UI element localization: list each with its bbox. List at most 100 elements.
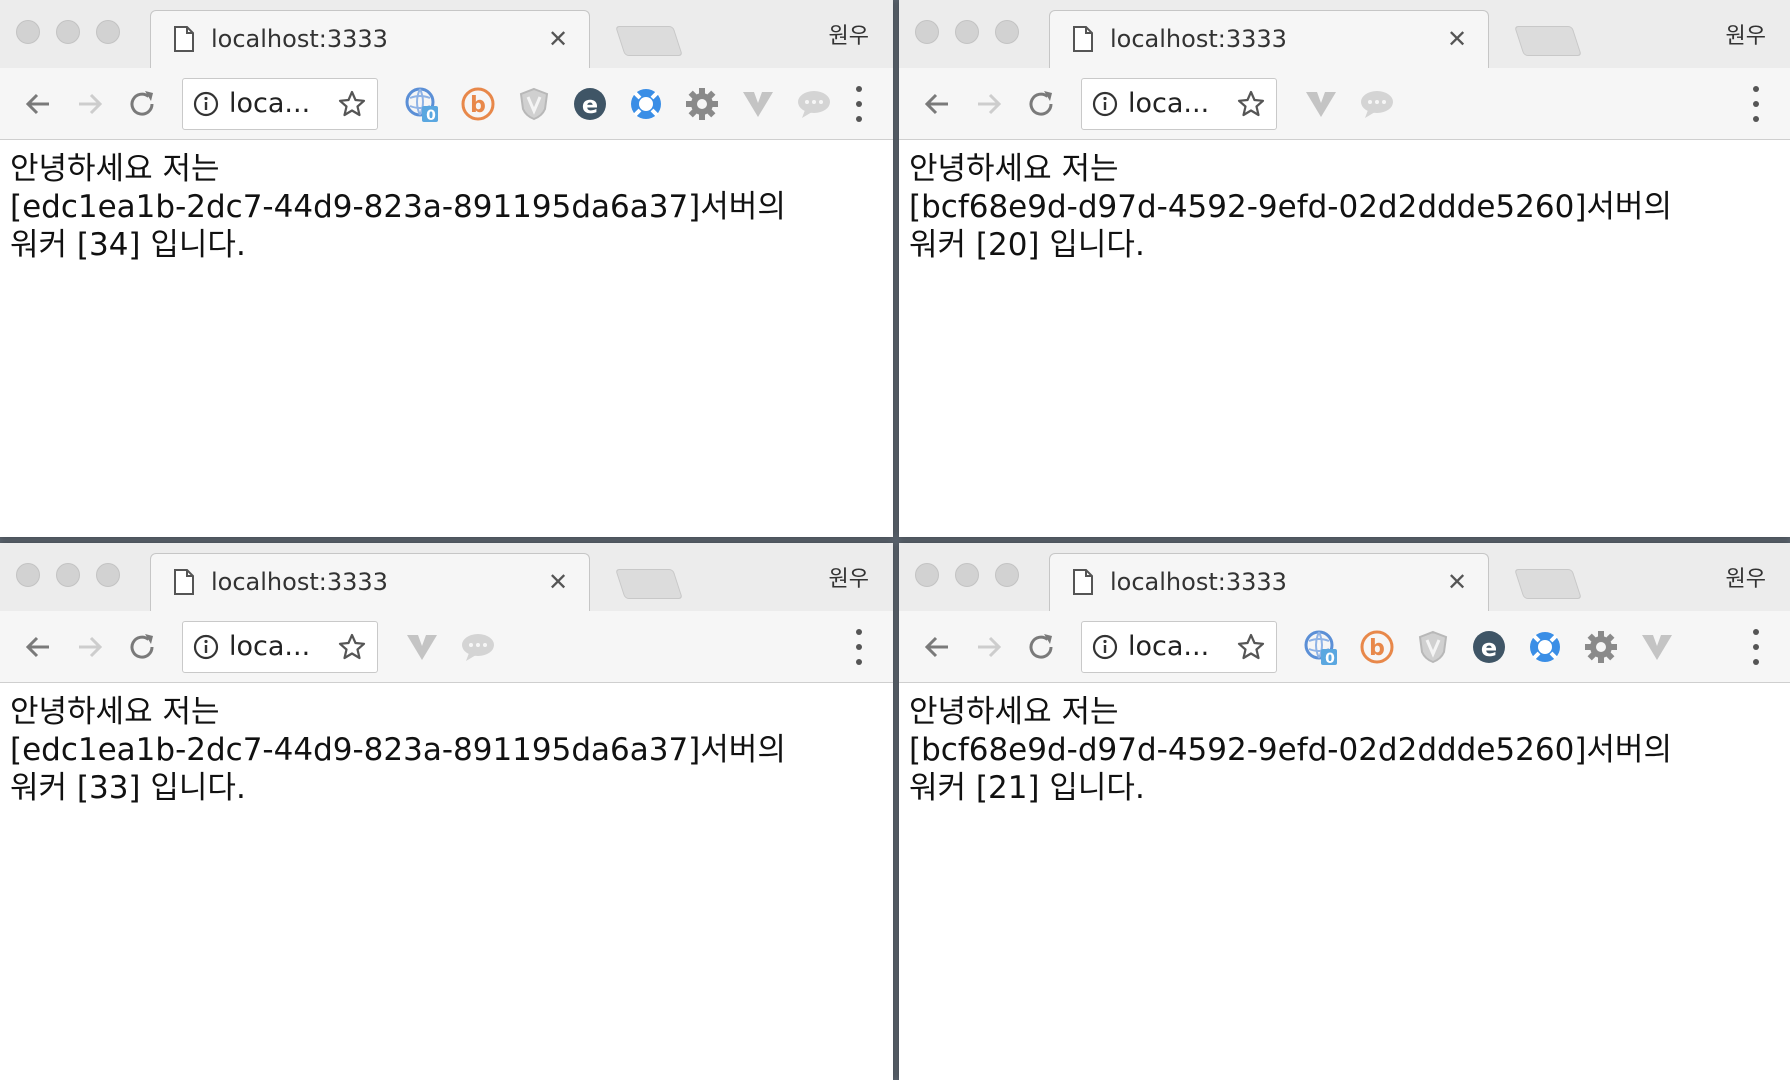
extension-v-logo-icon[interactable] — [1293, 78, 1349, 130]
extension-globe-badge-icon[interactable]: 0 — [1293, 621, 1349, 673]
info-icon[interactable] — [193, 91, 219, 117]
extension-chat-bubble-icon[interactable] — [1349, 78, 1405, 130]
extension-v-logo-icon[interactable] — [730, 78, 786, 130]
browser-toolbar: loca... — [899, 68, 1790, 140]
extension-v-logo-icon[interactable] — [394, 621, 450, 673]
forward-button[interactable] — [963, 621, 1015, 673]
page-icon — [174, 26, 194, 52]
reload-button[interactable] — [1015, 621, 1067, 673]
close-window-button[interactable] — [915, 563, 939, 587]
reload-button[interactable] — [116, 621, 168, 673]
extension-b-circle-icon[interactable]: b — [450, 78, 506, 130]
minimize-window-button[interactable] — [56, 563, 80, 587]
back-button[interactable] — [12, 621, 64, 673]
browser-tab[interactable]: localhost:3333 ✕ — [1049, 10, 1489, 68]
arrow-right-icon — [79, 636, 103, 657]
profile-name[interactable]: 원우 — [1726, 18, 1766, 50]
extension-shield-icon[interactable] — [506, 78, 562, 130]
extension-gear-icon[interactable] — [1573, 621, 1629, 673]
worker-line: 워커 [21] 입니다. — [909, 770, 1145, 806]
back-button[interactable] — [911, 78, 963, 130]
extension-toolbar — [394, 621, 506, 673]
extension-e-circle-icon[interactable]: e — [1461, 621, 1517, 673]
new-tab-button[interactable] — [1514, 26, 1582, 56]
minimize-window-button[interactable] — [955, 20, 979, 44]
browser-window-top-right: localhost:3333 ✕ 원우 loca... 안녕하세요 저는 [bcf68e9… — [899, 0, 1790, 537]
info-icon[interactable] — [1092, 91, 1118, 117]
minimize-window-button[interactable] — [56, 20, 80, 44]
address-bar[interactable]: loca... — [1081, 77, 1277, 130]
back-button[interactable] — [911, 621, 963, 673]
zoom-window-button[interactable] — [995, 20, 1019, 44]
browser-window-top-left: localhost:3333 ✕ 원우 loca... 0 b e 안녕하세요 저는 [edc1… — [0, 0, 893, 537]
tab-close-icon[interactable]: ✕ — [1444, 568, 1470, 596]
address-bar[interactable]: loca... — [1081, 620, 1277, 673]
bookmark-star-icon[interactable] — [337, 89, 367, 119]
tab-close-icon[interactable]: ✕ — [545, 568, 571, 596]
extension-v-logo-icon[interactable] — [1629, 621, 1685, 673]
reload-icon — [130, 90, 154, 116]
info-icon[interactable] — [193, 634, 219, 660]
arrow-left-icon — [25, 93, 49, 114]
tab-strip: localhost:3333 ✕ 원우 — [0, 0, 893, 68]
new-tab-button[interactable] — [615, 569, 683, 599]
tab-close-icon[interactable]: ✕ — [545, 25, 571, 53]
info-icon[interactable] — [1092, 634, 1118, 660]
zoom-window-button[interactable] — [96, 20, 120, 44]
forward-button[interactable] — [64, 621, 116, 673]
extension-chat-bubble-icon[interactable] — [786, 78, 842, 130]
extension-e-circle-icon[interactable]: e — [562, 78, 618, 130]
reload-icon — [1029, 90, 1053, 116]
tab-title: localhost:3333 — [1110, 25, 1287, 53]
browser-window-bottom-right: localhost:3333 ✕ 원우 loca... 0 b e 안녕하세요 저는 [bcf6… — [899, 543, 1790, 1080]
arrow-left-icon — [25, 636, 49, 657]
close-window-button[interactable] — [16, 20, 40, 44]
tab-close-icon[interactable]: ✕ — [1444, 25, 1470, 53]
extension-lifebuoy-icon[interactable] — [618, 78, 674, 130]
reload-button[interactable] — [1015, 78, 1067, 130]
extension-b-circle-icon[interactable]: b — [1349, 621, 1405, 673]
browser-menu-button[interactable] — [849, 86, 869, 122]
page-content: 안녕하세요 저는 [edc1ea1b-2dc7-44d9-823a-891195d… — [0, 140, 893, 274]
reload-button[interactable] — [116, 78, 168, 130]
profile-name[interactable]: 원우 — [1726, 561, 1766, 593]
back-button[interactable] — [12, 78, 64, 130]
arrow-right-icon — [79, 93, 103, 114]
svg-text:b: b — [470, 93, 486, 118]
forward-button[interactable] — [963, 78, 1015, 130]
close-window-button[interactable] — [915, 20, 939, 44]
browser-toolbar: loca... — [0, 611, 893, 683]
browser-menu-button[interactable] — [849, 629, 869, 665]
extension-globe-badge-icon[interactable]: 0 — [394, 78, 450, 130]
new-tab-button[interactable] — [1514, 569, 1582, 599]
zoom-window-button[interactable] — [995, 563, 1019, 587]
new-tab-button[interactable] — [615, 26, 683, 56]
profile-name[interactable]: 원우 — [829, 561, 869, 593]
browser-menu-button[interactable] — [1746, 629, 1766, 665]
extension-gear-icon[interactable] — [674, 78, 730, 130]
address-bar[interactable]: loca... — [182, 77, 378, 130]
window-controls — [915, 563, 1019, 587]
forward-button[interactable] — [64, 78, 116, 130]
browser-toolbar: loca... 0 b e — [0, 68, 893, 140]
extension-lifebuoy-icon[interactable] — [1517, 621, 1573, 673]
arrow-left-icon — [924, 93, 948, 114]
close-window-button[interactable] — [16, 563, 40, 587]
browser-tab[interactable]: localhost:3333 ✕ — [1049, 553, 1489, 611]
address-bar[interactable]: loca... — [182, 620, 378, 673]
profile-name[interactable]: 원우 — [829, 18, 869, 50]
greeting-line: 안녕하세요 저는 — [10, 151, 220, 187]
window-controls — [16, 20, 120, 44]
zoom-window-button[interactable] — [96, 563, 120, 587]
browser-tab[interactable]: localhost:3333 ✕ — [150, 10, 590, 68]
extension-chat-bubble-icon[interactable] — [450, 621, 506, 673]
browser-tab[interactable]: localhost:3333 ✕ — [150, 553, 590, 611]
worker-line: 워커 [34] 입니다. — [10, 227, 246, 263]
bookmark-star-icon[interactable] — [1236, 632, 1266, 662]
extension-shield-icon[interactable] — [1405, 621, 1461, 673]
bookmark-star-icon[interactable] — [1236, 89, 1266, 119]
worker-line: 워커 [33] 입니다. — [10, 770, 246, 806]
minimize-window-button[interactable] — [955, 563, 979, 587]
bookmark-star-icon[interactable] — [337, 632, 367, 662]
browser-menu-button[interactable] — [1746, 86, 1766, 122]
